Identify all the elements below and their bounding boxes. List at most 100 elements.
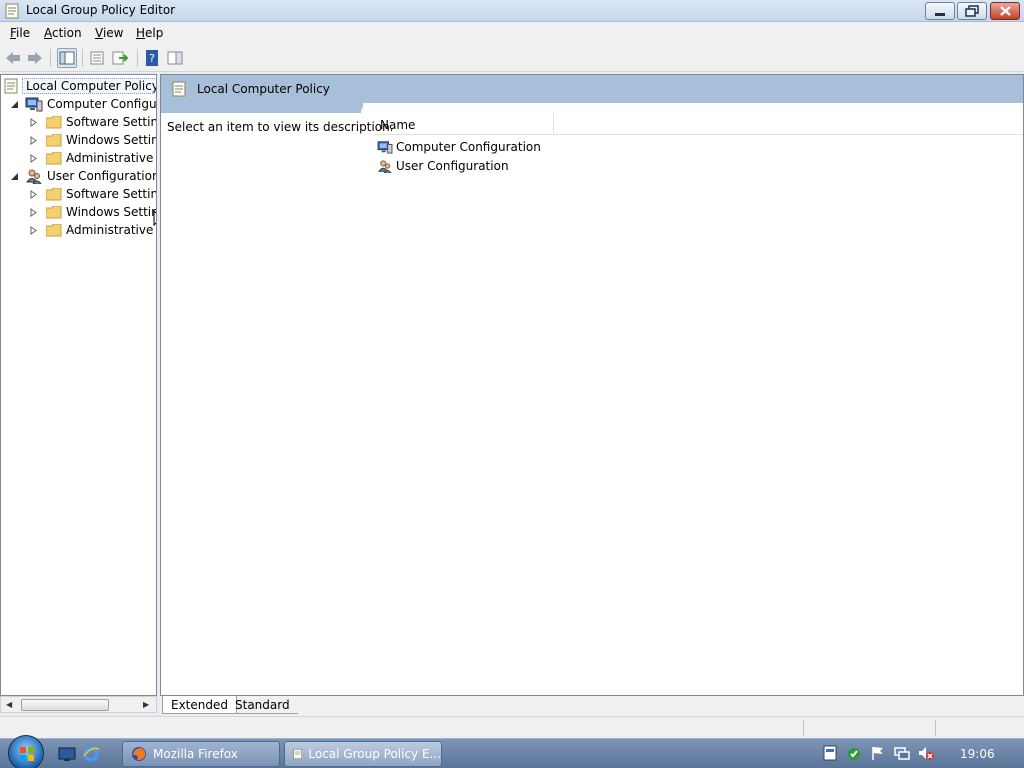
tree-item-windows-settings[interactable]: Windows Setting [29, 131, 157, 149]
tab-standard[interactable]: Standard [227, 696, 298, 714]
notepad-tray-icon[interactable] [822, 745, 838, 761]
console-tree: Local Computer Policy Computer Configura… [0, 74, 157, 696]
show-hide-console-tree-button[interactable] [57, 48, 77, 68]
status-bar [0, 716, 1024, 738]
computer-icon [377, 141, 393, 154]
properties-button[interactable] [87, 48, 107, 68]
toolbar-separator [137, 49, 138, 67]
folder-icon [45, 223, 62, 237]
restore-icon [965, 5, 979, 17]
close-icon [1000, 6, 1011, 16]
tree-item-label: Windows Setting [66, 133, 157, 147]
computer-icon [25, 97, 43, 112]
list-item-label: User Configuration [396, 159, 509, 173]
tab-extended[interactable]: Extended [162, 696, 237, 714]
internet-explorer-icon[interactable] [82, 745, 100, 763]
expanded-arrow-icon[interactable] [10, 100, 19, 109]
tree-item-user-software-settings[interactable]: Software Settings [29, 185, 156, 203]
list-item-computer-configuration[interactable]: Computer Configuration [377, 138, 541, 156]
scroll-right-arrow-icon[interactable]: ▶ [143, 700, 149, 709]
scrollbar-thumb[interactable] [21, 699, 109, 711]
collapsed-arrow-icon[interactable] [29, 135, 38, 145]
header-tab-curve [361, 103, 375, 113]
details-header: Local Computer Policy [161, 75, 1023, 103]
tree-item-label: Software Settings [66, 115, 157, 129]
show-hide-action-pane-button[interactable] [165, 48, 185, 68]
tree-horizontal-scrollbar[interactable]: ◀ ▶ [0, 696, 157, 713]
tree-item-user-configuration[interactable]: User Configuration [10, 167, 157, 185]
tree-item-user-windows-settings[interactable]: Windows Setting [29, 203, 156, 221]
menu-file[interactable]: File [10, 26, 30, 40]
tree-item-user-administrative-templates[interactable]: Administrative Te [29, 221, 156, 239]
folder-icon [45, 187, 62, 201]
policy-document-icon [293, 748, 303, 760]
mouse-cursor-icon [153, 210, 156, 227]
close-button[interactable] [990, 2, 1020, 20]
tree-item-label: Administrative Te [66, 151, 156, 165]
action-center-flag-icon[interactable] [870, 745, 886, 761]
back-arrow-icon [6, 52, 20, 64]
export-list-icon [112, 51, 128, 65]
collapsed-arrow-icon[interactable] [29, 189, 38, 199]
action-pane-icon [167, 51, 183, 65]
tree-item-administrative-templates[interactable]: Administrative Te [29, 149, 156, 167]
minimize-icon [935, 13, 945, 16]
tree-item-label: Administrative Te [66, 223, 156, 237]
title-bar: Local Group Policy Editor [0, 0, 1024, 22]
taskbar-item-group-policy-editor[interactable]: Local Group Policy E... [284, 741, 442, 767]
restore-button[interactable] [957, 2, 987, 20]
folder-icon [45, 151, 62, 165]
start-button[interactable] [8, 735, 44, 768]
network-tray-icon[interactable] [894, 745, 910, 761]
show-desktop-icon[interactable] [58, 745, 76, 763]
menu-view[interactable]: View [95, 26, 123, 40]
volume-muted-icon[interactable] [918, 745, 934, 761]
clock[interactable]: 19:06 [960, 747, 995, 761]
view-tabs: Extended Standard [160, 696, 1024, 716]
taskbar-item-firefox[interactable]: Mozilla Firefox [122, 741, 280, 767]
status-divider [803, 720, 804, 736]
menu-action[interactable]: Action [44, 26, 82, 40]
tree-item-local-computer-policy[interactable]: Local Computer Policy [4, 77, 156, 95]
list-item-user-configuration[interactable]: User Configuration [377, 157, 509, 175]
toolbar-separator [82, 49, 83, 67]
collapsed-arrow-icon[interactable] [29, 225, 38, 235]
details-header-title: Local Computer Policy [197, 82, 330, 96]
list-item-label: Computer Configuration [396, 140, 541, 154]
tree-item-label: User Configuration [47, 169, 157, 183]
users-icon [378, 160, 392, 173]
export-list-button[interactable] [110, 48, 130, 68]
forward-button[interactable] [25, 48, 45, 68]
expanded-arrow-icon[interactable] [10, 172, 19, 181]
security-tray-icon[interactable] [846, 745, 862, 761]
svg-text:?: ? [149, 52, 155, 65]
column-header-name[interactable]: Name [380, 118, 415, 132]
tree-item-label: Local Computer Policy [22, 78, 156, 94]
description-text: Select an item to view its description. [167, 120, 394, 134]
scroll-left-arrow-icon[interactable]: ◀ [6, 700, 12, 709]
folder-icon [45, 115, 62, 129]
window-title: Local Group Policy Editor [26, 3, 176, 17]
minimize-button[interactable] [925, 2, 955, 20]
details-pane: Local Computer Policy Select an item to … [160, 74, 1024, 696]
column-divider[interactable] [553, 113, 554, 133]
status-divider [935, 720, 936, 736]
tree-item-software-settings[interactable]: Software Settings [29, 113, 157, 131]
collapsed-arrow-icon[interactable] [29, 153, 38, 163]
back-button[interactable] [3, 48, 23, 68]
collapsed-arrow-icon[interactable] [29, 207, 38, 217]
policy-document-icon [4, 78, 18, 94]
help-button[interactable]: ? [142, 48, 162, 68]
users-icon [26, 169, 42, 184]
help-icon: ? [146, 50, 158, 66]
collapsed-arrow-icon[interactable] [29, 117, 38, 127]
menu-bar: File Action View Help [0, 22, 1024, 44]
windows-logo-icon [20, 747, 34, 761]
toolbar: ? [0, 44, 1024, 72]
tree-item-computer-configuration[interactable]: Computer Configura [10, 95, 156, 113]
properties-list-icon [90, 51, 104, 65]
firefox-icon [132, 747, 146, 761]
policy-document-icon [5, 3, 19, 19]
taskbar-item-label: Local Group Policy E... [308, 747, 441, 761]
menu-help[interactable]: Help [136, 26, 163, 40]
